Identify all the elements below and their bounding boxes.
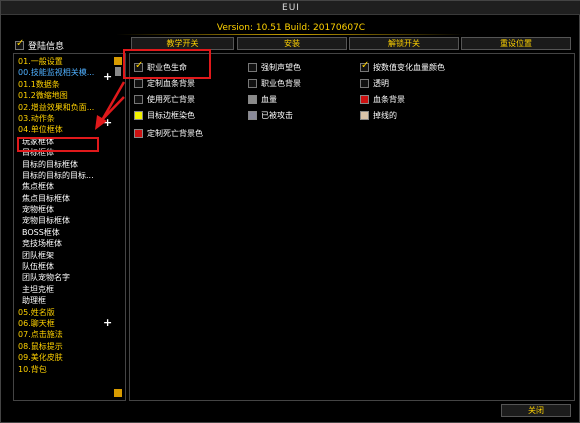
close-button[interactable]: 关闭	[501, 404, 571, 417]
annotation-arrow	[96, 96, 125, 126]
annotation-arrows	[95, 81, 126, 130]
eui-config-window: EUI Version: 10.51 Build: 20170607C 登陆信息…	[0, 0, 580, 423]
